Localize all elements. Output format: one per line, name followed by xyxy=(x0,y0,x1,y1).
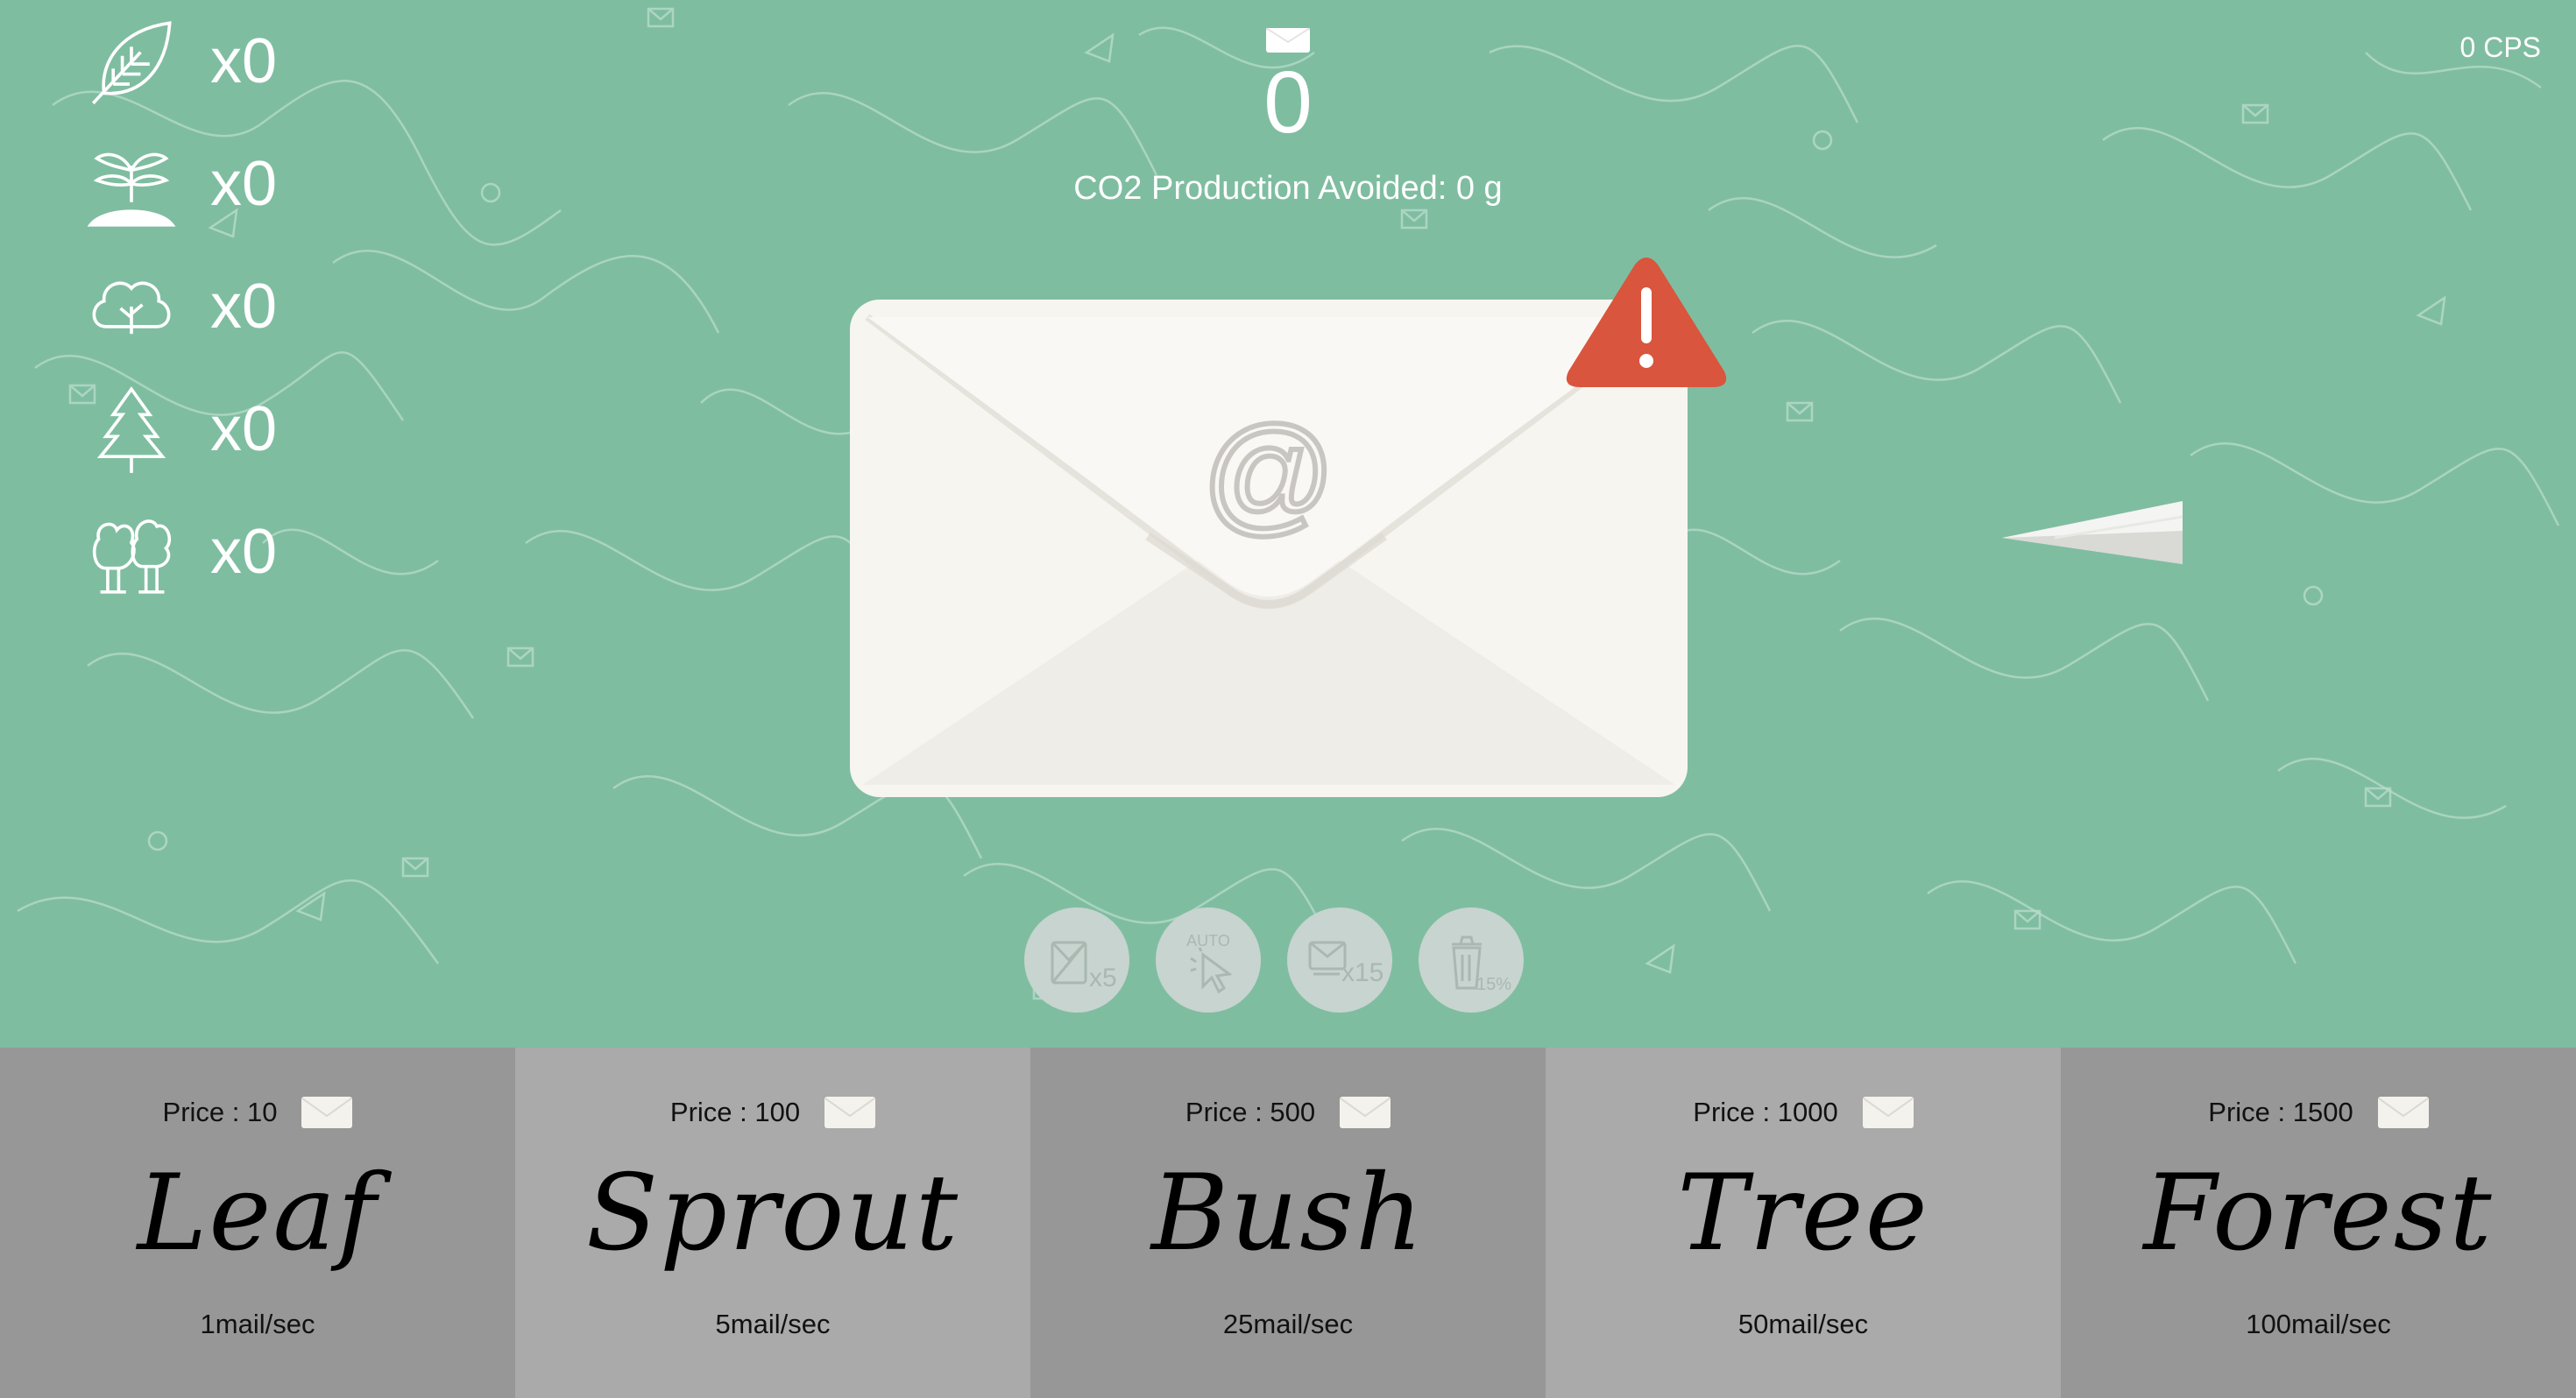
shop-bar: Price : 10 Leaf 1mail/sec Price : 100 Sp… xyxy=(0,1048,2576,1398)
envelope-click-button[interactable]: @ xyxy=(850,300,1688,797)
item-rate: 1mail/sec xyxy=(200,1309,315,1339)
co2-avoided-text: CO2 Production Avoided: 0 g xyxy=(1073,170,1503,207)
leaf-count: x0 xyxy=(210,26,278,96)
item-name: Sprout xyxy=(585,1153,960,1274)
bush-icon xyxy=(83,258,180,355)
price-row: Price : 100 xyxy=(515,1097,1030,1128)
cps-display: 0 CPS xyxy=(2459,32,2541,63)
tree-icon xyxy=(83,381,180,477)
paper-plane-icon xyxy=(2002,501,2183,564)
price-row: Price : 10 xyxy=(0,1097,515,1128)
sprout-icon xyxy=(83,136,180,232)
trash-15-percent-icon: 15% xyxy=(1452,936,1511,994)
item-name: Forest xyxy=(2143,1153,2494,1274)
item-name: Bush xyxy=(1150,1153,1426,1274)
svg-text:AUTO: AUTO xyxy=(1186,932,1230,950)
forest-icon xyxy=(83,504,180,600)
shop-item-tree[interactable]: Price : 1000 Tree 50mail/sec xyxy=(1546,1048,2061,1398)
powerup-mail-x15-button[interactable]: x15 xyxy=(1287,907,1392,1013)
game-stage: x0 x0 x0 x0 x0 0 CO2 Production Avoided:… xyxy=(0,0,2576,1398)
price-row: Price : 1000 xyxy=(1546,1097,2061,1128)
svg-text:15%: 15% xyxy=(1476,975,1511,994)
item-name: Leaf xyxy=(137,1153,379,1274)
item-rate: 5mail/sec xyxy=(715,1309,831,1339)
auto-click-icon: AUTO xyxy=(1186,932,1233,994)
price-label: Price : 500 xyxy=(1185,1097,1316,1127)
price-row: Price : 1500 xyxy=(2061,1097,2576,1128)
shop-item-forest[interactable]: Price : 1500 Forest 100mail/sec xyxy=(2061,1048,2576,1398)
mail-counter-icon xyxy=(1266,28,1310,53)
alert-warning-icon xyxy=(1566,258,1727,387)
price-label: Price : 100 xyxy=(669,1097,801,1127)
mail-currency-icon xyxy=(1340,1097,1391,1128)
mail-x5-icon: x5 xyxy=(1051,941,1117,992)
inventory-row-leaf: x0 xyxy=(83,13,277,109)
bush-count: x0 xyxy=(210,272,278,342)
shop-item-sprout[interactable]: Price : 100 Sprout 5mail/sec xyxy=(515,1048,1030,1398)
mail-x15-icon: x15 xyxy=(1308,941,1384,987)
inventory-row-tree: x0 xyxy=(83,381,277,477)
svg-text:x5: x5 xyxy=(1089,964,1117,992)
shop-item-bush[interactable]: Price : 500 Bush 25mail/sec xyxy=(1030,1048,1546,1398)
item-rate: 100mail/sec xyxy=(2246,1309,2391,1339)
mail-currency-icon xyxy=(1862,1097,1914,1128)
mail-currency-icon xyxy=(824,1097,876,1128)
mail-currency-icon xyxy=(301,1097,353,1128)
sprout-count: x0 xyxy=(210,149,278,219)
svg-text:x15: x15 xyxy=(1341,958,1384,987)
svg-text:@: @ xyxy=(1202,399,1335,547)
tree-count: x0 xyxy=(210,394,278,464)
at-sign-icon: @ xyxy=(1200,397,1338,549)
powerup-trash-15-percent-button[interactable]: 15% xyxy=(1419,907,1524,1013)
item-rate: 50mail/sec xyxy=(1737,1309,1869,1339)
inventory-row-bush: x0 xyxy=(83,258,277,355)
price-row: Price : 500 xyxy=(1030,1097,1546,1128)
inventory-row-sprout: x0 xyxy=(83,136,277,232)
shop-item-leaf[interactable]: Price : 10 Leaf 1mail/sec xyxy=(0,1048,515,1398)
item-rate: 25mail/sec xyxy=(1222,1309,1354,1339)
mail-count: 0 xyxy=(1263,53,1313,152)
powerup-auto-click-button[interactable]: AUTO xyxy=(1156,907,1261,1013)
forest-count: x0 xyxy=(210,517,278,587)
price-label: Price : 1000 xyxy=(1693,1097,1838,1127)
item-name: Tree xyxy=(1677,1153,1929,1274)
powerup-mail-x5-button[interactable]: x5 xyxy=(1024,907,1129,1013)
price-label: Price : 1500 xyxy=(2208,1097,2353,1127)
inventory-row-forest: x0 xyxy=(83,504,277,600)
mail-currency-icon xyxy=(2377,1097,2429,1128)
leaf-icon xyxy=(83,13,180,109)
price-label: Price : 10 xyxy=(162,1097,278,1127)
